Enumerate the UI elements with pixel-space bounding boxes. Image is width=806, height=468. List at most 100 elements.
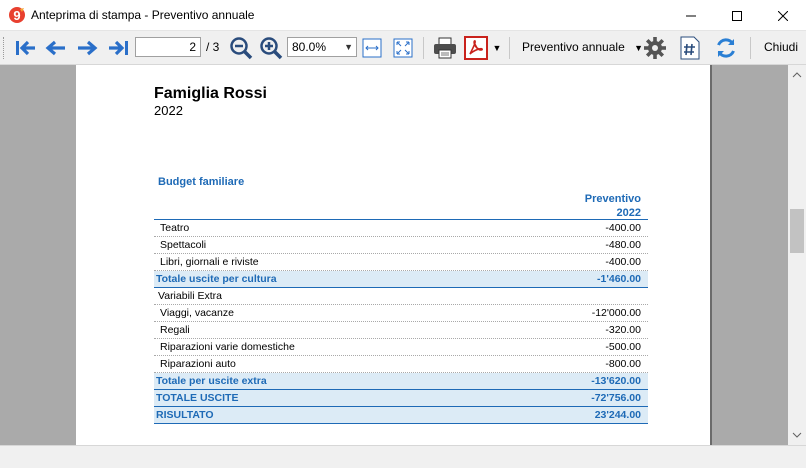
row-label: TOTALE USCITE — [156, 392, 239, 404]
row-value: -72'756.00 — [591, 392, 641, 404]
page-number-input[interactable]: 2 — [135, 37, 201, 57]
zoom-out-icon — [230, 37, 253, 60]
row-label: Libri, giornali e riviste — [160, 256, 259, 268]
next-page-button[interactable] — [73, 35, 101, 61]
fit-page-icon — [393, 38, 413, 58]
toolbar: 2 / 3 80.0% ▼ ▼ Preventivo annuale ▼ Chi… — [0, 31, 806, 65]
status-bar — [0, 445, 806, 468]
column-header-line-2: 2022 — [616, 207, 641, 219]
column-header-line-1: Preventivo — [584, 193, 641, 205]
column-header: Preventivo 2022 — [566, 192, 641, 220]
table-row: Teatro -400.00 — [154, 220, 648, 237]
report-year: 2022 — [154, 103, 183, 118]
total-row: RISULTATO 23'244.00 — [154, 407, 648, 424]
zoom-value: 80.0% — [292, 40, 327, 54]
toolbar-grip[interactable] — [3, 37, 7, 59]
refresh-icon — [717, 38, 735, 58]
total-row: TOTALE USCITE -72'756.00 — [154, 390, 648, 407]
row-value: -400.00 — [605, 222, 641, 234]
row-value: -480.00 — [605, 239, 641, 251]
group-row: Variabili Extra — [154, 288, 648, 305]
row-label: Riparazioni auto — [160, 358, 236, 370]
maximize-icon — [732, 10, 742, 21]
caret-down-icon: ▼ — [492, 43, 502, 53]
close-icon — [778, 10, 788, 21]
maximize-button[interactable] — [714, 0, 760, 31]
vertical-scrollbar[interactable] — [788, 65, 806, 445]
row-label: Variabili Extra — [158, 290, 222, 302]
row-value: -1'460.00 — [597, 273, 641, 285]
row-value: -800.00 — [605, 358, 641, 370]
scroll-up-icon[interactable] — [788, 67, 806, 83]
fit-page-button[interactable] — [392, 35, 414, 61]
row-value: -13'620.00 — [591, 375, 641, 387]
table-row: Viaggi, vacanze -12'000.00 — [154, 305, 648, 322]
export-dropdown-button[interactable]: ▼ — [491, 35, 503, 61]
row-value: 23'244.00 — [594, 409, 641, 421]
row-label: Viaggi, vacanze — [160, 307, 234, 319]
toolbar-separator — [509, 37, 510, 59]
row-value: -12'000.00 — [591, 307, 641, 319]
total-row: Totale per uscite extra -13'620.00 — [154, 373, 648, 390]
table-row: Libri, giornali e riviste -400.00 — [154, 254, 648, 271]
row-value: -500.00 — [605, 341, 641, 353]
close-preview-button[interactable]: Chiudi — [756, 37, 806, 57]
hash-document-icon — [680, 36, 700, 60]
table-row: Riparazioni varie domestiche -500.00 — [154, 339, 648, 356]
zoom-in-icon — [260, 37, 283, 60]
toolbar-separator — [423, 37, 424, 59]
minimize-button[interactable] — [668, 0, 714, 31]
table-row: Spettacoli -480.00 — [154, 237, 648, 254]
report-page: Famiglia Rossi 2022 Budget familiare Pre… — [76, 65, 710, 445]
row-label: Teatro — [160, 222, 190, 234]
title-bar: 9 Anteprima di stampa - Preventivo annua… — [0, 0, 806, 31]
page-numbering-button[interactable] — [677, 35, 703, 61]
row-label: Regali — [160, 324, 190, 336]
print-button[interactable] — [430, 35, 460, 61]
export-pdf-button[interactable] — [462, 35, 490, 61]
scroll-down-icon[interactable] — [788, 427, 806, 443]
first-page-button[interactable] — [12, 35, 40, 61]
pdf-icon — [464, 36, 488, 60]
last-page-icon — [109, 40, 128, 56]
first-page-icon — [16, 40, 35, 56]
refresh-button[interactable] — [712, 35, 740, 61]
table-row: Riparazioni auto -800.00 — [154, 356, 648, 373]
scrollbar-thumb[interactable] — [790, 209, 804, 253]
zoom-out-button[interactable] — [228, 35, 254, 61]
total-row: Totale uscite per cultura -1'460.00 — [154, 271, 648, 288]
preview-viewport[interactable]: Famiglia Rossi 2022 Budget familiare Pre… — [0, 65, 788, 445]
row-label: RISULTATO — [156, 409, 214, 421]
report-selector[interactable]: Preventivo annuale ▼ — [516, 37, 649, 57]
svg-text:9: 9 — [13, 8, 20, 23]
section-title: Budget familiare — [158, 176, 245, 188]
zoom-select[interactable]: 80.0% ▼ — [287, 37, 357, 57]
report-family-name: Famiglia Rossi — [154, 85, 267, 102]
page-total: / 3 — [206, 40, 220, 54]
printer-icon — [434, 37, 456, 59]
row-value: -320.00 — [605, 324, 641, 336]
zoom-in-button[interactable] — [258, 35, 284, 61]
row-label: Totale uscite per cultura — [156, 273, 277, 285]
row-label: Riparazioni varie domestiche — [160, 341, 295, 353]
minimize-icon — [686, 15, 696, 16]
toolbar-separator — [750, 37, 751, 59]
row-label: Totale per uscite extra — [156, 375, 267, 387]
chevron-down-icon: ▼ — [344, 42, 353, 52]
row-value: -400.00 — [605, 256, 641, 268]
app-logo-icon: 9 — [9, 7, 25, 23]
report-selector-label: Preventivo annuale — [522, 40, 625, 54]
arrow-left-icon — [45, 40, 65, 56]
row-label: Spettacoli — [160, 239, 207, 251]
previous-page-button[interactable] — [42, 35, 70, 61]
window-title: Anteprima di stampa - Preventivo annuale — [31, 8, 255, 22]
fit-width-button[interactable] — [361, 35, 383, 61]
gear-icon — [644, 37, 666, 59]
fit-width-icon — [362, 38, 382, 58]
table-row: Regali -320.00 — [154, 322, 648, 339]
last-page-button[interactable] — [104, 35, 132, 61]
budget-table: Teatro -400.00 Spettacoli -480.00 Libri, gio… — [154, 219, 648, 424]
arrow-right-icon — [78, 40, 98, 56]
settings-button[interactable] — [641, 35, 669, 61]
close-window-button[interactable] — [760, 0, 806, 31]
